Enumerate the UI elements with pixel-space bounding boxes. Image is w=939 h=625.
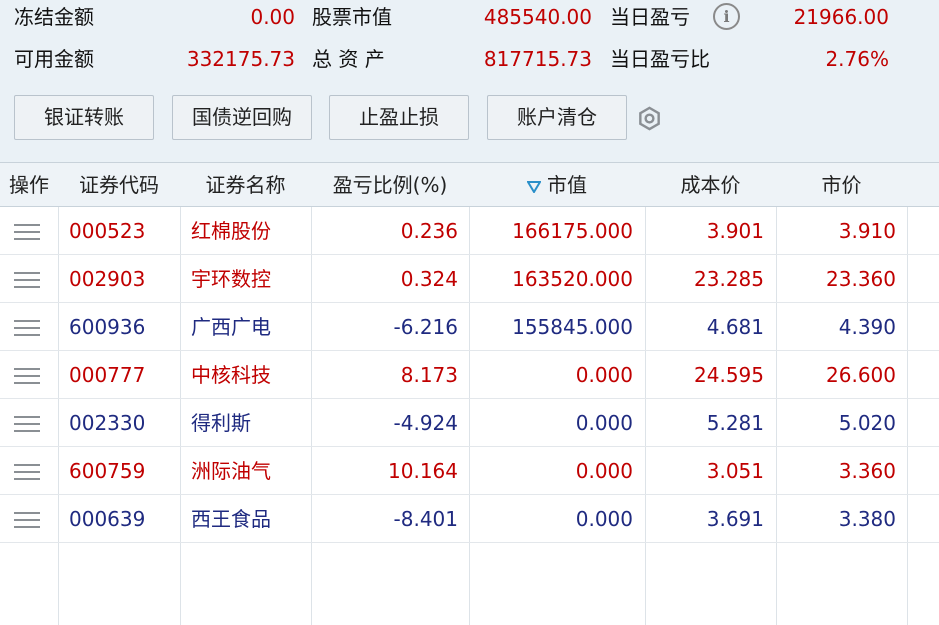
pl-ratio-cell: -6.216 <box>393 315 458 339</box>
table-row[interactable]: 600759 洲际油气 10.164 0.000 3.051 3.360 <box>0 447 939 495</box>
header-security-code[interactable]: 证券代码 <box>58 163 180 207</box>
cost-price-cell: 3.901 <box>706 219 764 243</box>
table-row[interactable]: 000523 红棉股份 0.236 166175.000 3.901 3.910 <box>0 207 939 255</box>
security-code-cell: 600936 <box>69 315 146 339</box>
market-price-cell: 3.910 <box>838 219 896 243</box>
market-price-cell: 26.600 <box>826 363 896 387</box>
row-menu-icon[interactable] <box>14 416 40 432</box>
row-menu-icon[interactable] <box>14 272 40 288</box>
security-code-cell: 002903 <box>69 267 146 291</box>
row-menu-icon[interactable] <box>14 224 40 240</box>
positions-table: 操作 证券代码 证券名称 盈亏比例(%) 市值 成本价 市价 000523 红棉股… <box>0 162 939 625</box>
security-name-cell: 得利斯 <box>191 411 251 435</box>
market-price-cell: 3.380 <box>838 507 896 531</box>
account-summary-panel: 冻结金额 0.00 股票市值 485540.00 当日盈亏 i 21966.00… <box>0 0 939 162</box>
sort-descending-icon <box>526 180 542 194</box>
security-name-cell: 西王食品 <box>191 507 271 531</box>
treasury-repo-button[interactable]: 国债逆回购 <box>172 95 312 140</box>
market-price-cell: 23.360 <box>826 267 896 291</box>
market-value-cell: 166175.000 <box>512 219 633 243</box>
table-row[interactable]: 600936 广西广电 -6.216 155845.000 4.681 4.390 <box>0 303 939 351</box>
market-value-cell: 0.000 <box>575 459 633 483</box>
security-name-cell: 洲际油气 <box>191 459 271 483</box>
security-name-cell: 红棉股份 <box>191 219 271 243</box>
table-row[interactable]: 000639 西王食品 -8.401 0.000 3.691 3.380 <box>0 495 939 543</box>
stock-market-value: 485540.00 <box>483 5 592 29</box>
clear-account-button[interactable]: 账户清仓 <box>487 95 627 140</box>
header-pl-ratio[interactable]: 盈亏比例(%) <box>311 163 469 207</box>
market-value-cell: 0.000 <box>575 411 633 435</box>
security-code-cell: 000777 <box>69 363 146 387</box>
total-assets-label: 总 资 产 <box>312 47 385 71</box>
daily-pl-value: 21966.00 <box>793 5 889 29</box>
pl-ratio-cell: -8.401 <box>393 507 458 531</box>
pl-ratio-cell: 0.324 <box>400 267 458 291</box>
market-value-cell: 0.000 <box>575 363 633 387</box>
market-price-cell: 4.390 <box>838 315 896 339</box>
security-code-cell: 000523 <box>69 219 146 243</box>
bank-transfer-button[interactable]: 银证转账 <box>14 95 154 140</box>
header-operation[interactable]: 操作 <box>0 163 58 207</box>
cost-price-cell: 24.595 <box>694 363 764 387</box>
daily-pl-label: 当日盈亏 <box>610 5 690 29</box>
stop-profit-loss-button[interactable]: 止盈止损 <box>329 95 469 140</box>
total-assets-value: 817715.73 <box>483 47 592 71</box>
row-menu-icon[interactable] <box>14 512 40 528</box>
market-price-cell: 3.360 <box>838 459 896 483</box>
cost-price-cell: 4.681 <box>706 315 764 339</box>
table-row[interactable]: 002330 得利斯 -4.924 0.000 5.281 5.020 <box>0 399 939 447</box>
header-market-value[interactable]: 市值 <box>469 163 645 207</box>
stock-market-value-label: 股票市值 <box>312 5 392 29</box>
pl-ratio-cell: 10.164 <box>388 459 458 483</box>
cost-price-cell: 3.691 <box>706 507 764 531</box>
row-menu-icon[interactable] <box>14 464 40 480</box>
frozen-amount-value: 0.00 <box>250 5 295 29</box>
security-code-cell: 600759 <box>69 459 146 483</box>
security-name-cell: 宇环数控 <box>191 267 271 291</box>
daily-pl-ratio-value: 2.76% <box>825 47 889 71</box>
frozen-amount-label: 冻结金额 <box>14 5 94 29</box>
market-price-cell: 5.020 <box>838 411 896 435</box>
security-code-cell: 002330 <box>69 411 146 435</box>
security-name-cell: 广西广电 <box>191 315 271 339</box>
table-row[interactable]: 002903 宇环数控 0.324 163520.000 23.285 23.360 <box>0 255 939 303</box>
daily-pl-ratio-label: 当日盈亏比 <box>610 47 710 71</box>
header-market-price[interactable]: 市价 <box>776 163 907 207</box>
cost-price-cell: 23.285 <box>694 267 764 291</box>
row-menu-icon[interactable] <box>14 368 40 384</box>
market-value-cell: 155845.000 <box>512 315 633 339</box>
header-security-name[interactable]: 证券名称 <box>180 163 311 207</box>
market-value-cell: 163520.000 <box>512 267 633 291</box>
row-menu-icon[interactable] <box>14 320 40 336</box>
pl-ratio-cell: -4.924 <box>393 411 458 435</box>
available-amount-value: 332175.73 <box>186 47 295 71</box>
cost-price-cell: 3.051 <box>706 459 764 483</box>
cost-price-cell: 5.281 <box>706 411 764 435</box>
pl-ratio-cell: 0.236 <box>400 219 458 243</box>
security-name-cell: 中核科技 <box>191 363 271 387</box>
header-cost-price[interactable]: 成本价 <box>645 163 776 207</box>
settings-gear-icon[interactable] <box>636 105 663 132</box>
table-header: 操作 证券代码 证券名称 盈亏比例(%) 市值 成本价 市价 <box>0 162 939 207</box>
info-icon[interactable]: i <box>713 3 740 30</box>
header-market-value-label: 市值 <box>547 173 587 197</box>
pl-ratio-cell: 8.173 <box>400 363 458 387</box>
available-amount-label: 可用金额 <box>14 47 94 71</box>
market-value-cell: 0.000 <box>575 507 633 531</box>
table-row[interactable]: 000777 中核科技 8.173 0.000 24.595 26.600 <box>0 351 939 399</box>
security-code-cell: 000639 <box>69 507 146 531</box>
